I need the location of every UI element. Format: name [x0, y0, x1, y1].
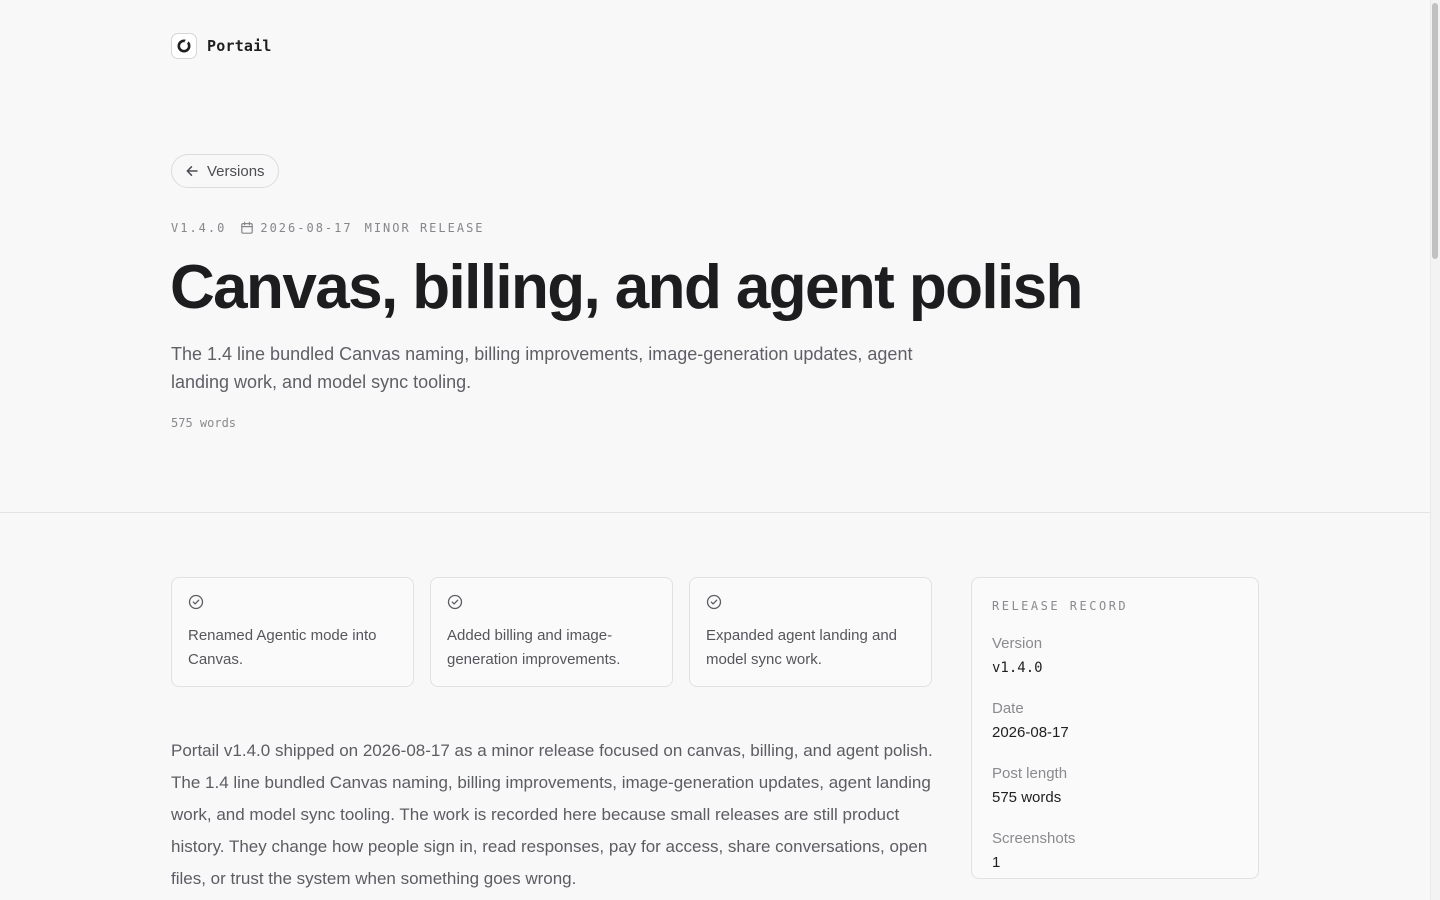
record-row-screenshots: Screenshots 1: [992, 829, 1238, 873]
highlight-card: Expanded agent landing and model sync wo…: [689, 577, 932, 687]
record-value: v1.4.0: [992, 660, 1043, 676]
highlight-text: Expanded agent landing and model sync wo…: [706, 627, 898, 668]
meta-date: 2026-08-17: [260, 221, 353, 235]
back-to-versions-button[interactable]: Versions: [171, 154, 279, 188]
record-label: Version: [992, 635, 1043, 652]
meta-version: V1.4.0: [171, 221, 227, 235]
page-title: Canvas, billing, and agent polish: [170, 253, 1083, 322]
release-record-heading: RELEASE RECORD: [992, 599, 1129, 613]
back-button-label: Versions: [207, 162, 265, 180]
meta-release-type: MINOR RELEASE: [364, 221, 485, 235]
record-row-post-length: Post length 575 words: [992, 764, 1238, 808]
release-meta: V1.4.0 2026-08-17 MINOR RELEASE: [171, 220, 485, 236]
highlight-card: Added billing and image-generation impro…: [430, 577, 673, 687]
check-circle-icon: [706, 594, 722, 610]
calendar-icon: [241, 221, 254, 234]
check-circle-icon: [447, 594, 463, 610]
scrollbar-thumb[interactable]: [1432, 3, 1438, 259]
brand-link[interactable]: Portail: [171, 32, 272, 60]
portail-logo-icon: [171, 33, 197, 59]
record-label: Date: [992, 700, 1024, 717]
record-label: Post length: [992, 765, 1068, 782]
highlight-card: Renamed Agentic mode into Canvas.: [171, 577, 414, 687]
arrow-left-icon: [186, 166, 198, 176]
record-value: 1: [992, 854, 1001, 871]
brand-name: Portail: [207, 37, 272, 55]
record-value: 2026-08-17: [992, 724, 1069, 741]
highlight-text: Renamed Agentic mode into Canvas.: [188, 627, 377, 668]
release-summary: The 1.4 line bundled Canvas naming, bill…: [171, 344, 913, 392]
section-divider: [0, 512, 1430, 513]
record-value: 575 words: [992, 789, 1062, 806]
meta-date-group: 2026-08-17: [240, 221, 352, 235]
highlight-text: Added billing and image-generation impro…: [447, 627, 621, 668]
word-count: 575 words: [171, 416, 237, 430]
release-record-panel: RELEASE RECORD Version v1.4.0 Date 2026-…: [971, 577, 1259, 879]
page-scrollbar[interactable]: [1430, 0, 1440, 900]
highlight-cards: Renamed Agentic mode into Canvas. Added …: [171, 577, 932, 687]
record-row-date: Date 2026-08-17: [992, 699, 1238, 743]
record-row-version: Version v1.4.0: [992, 634, 1238, 678]
release-body-paragraph: Portail v1.4.0 shipped on 2026-08-17 as …: [171, 741, 933, 888]
check-circle-icon: [188, 594, 204, 610]
page: Portail Versions V1.4.0 2026-08-17 MINOR…: [0, 0, 1440, 900]
record-label: Screenshots: [992, 830, 1076, 847]
